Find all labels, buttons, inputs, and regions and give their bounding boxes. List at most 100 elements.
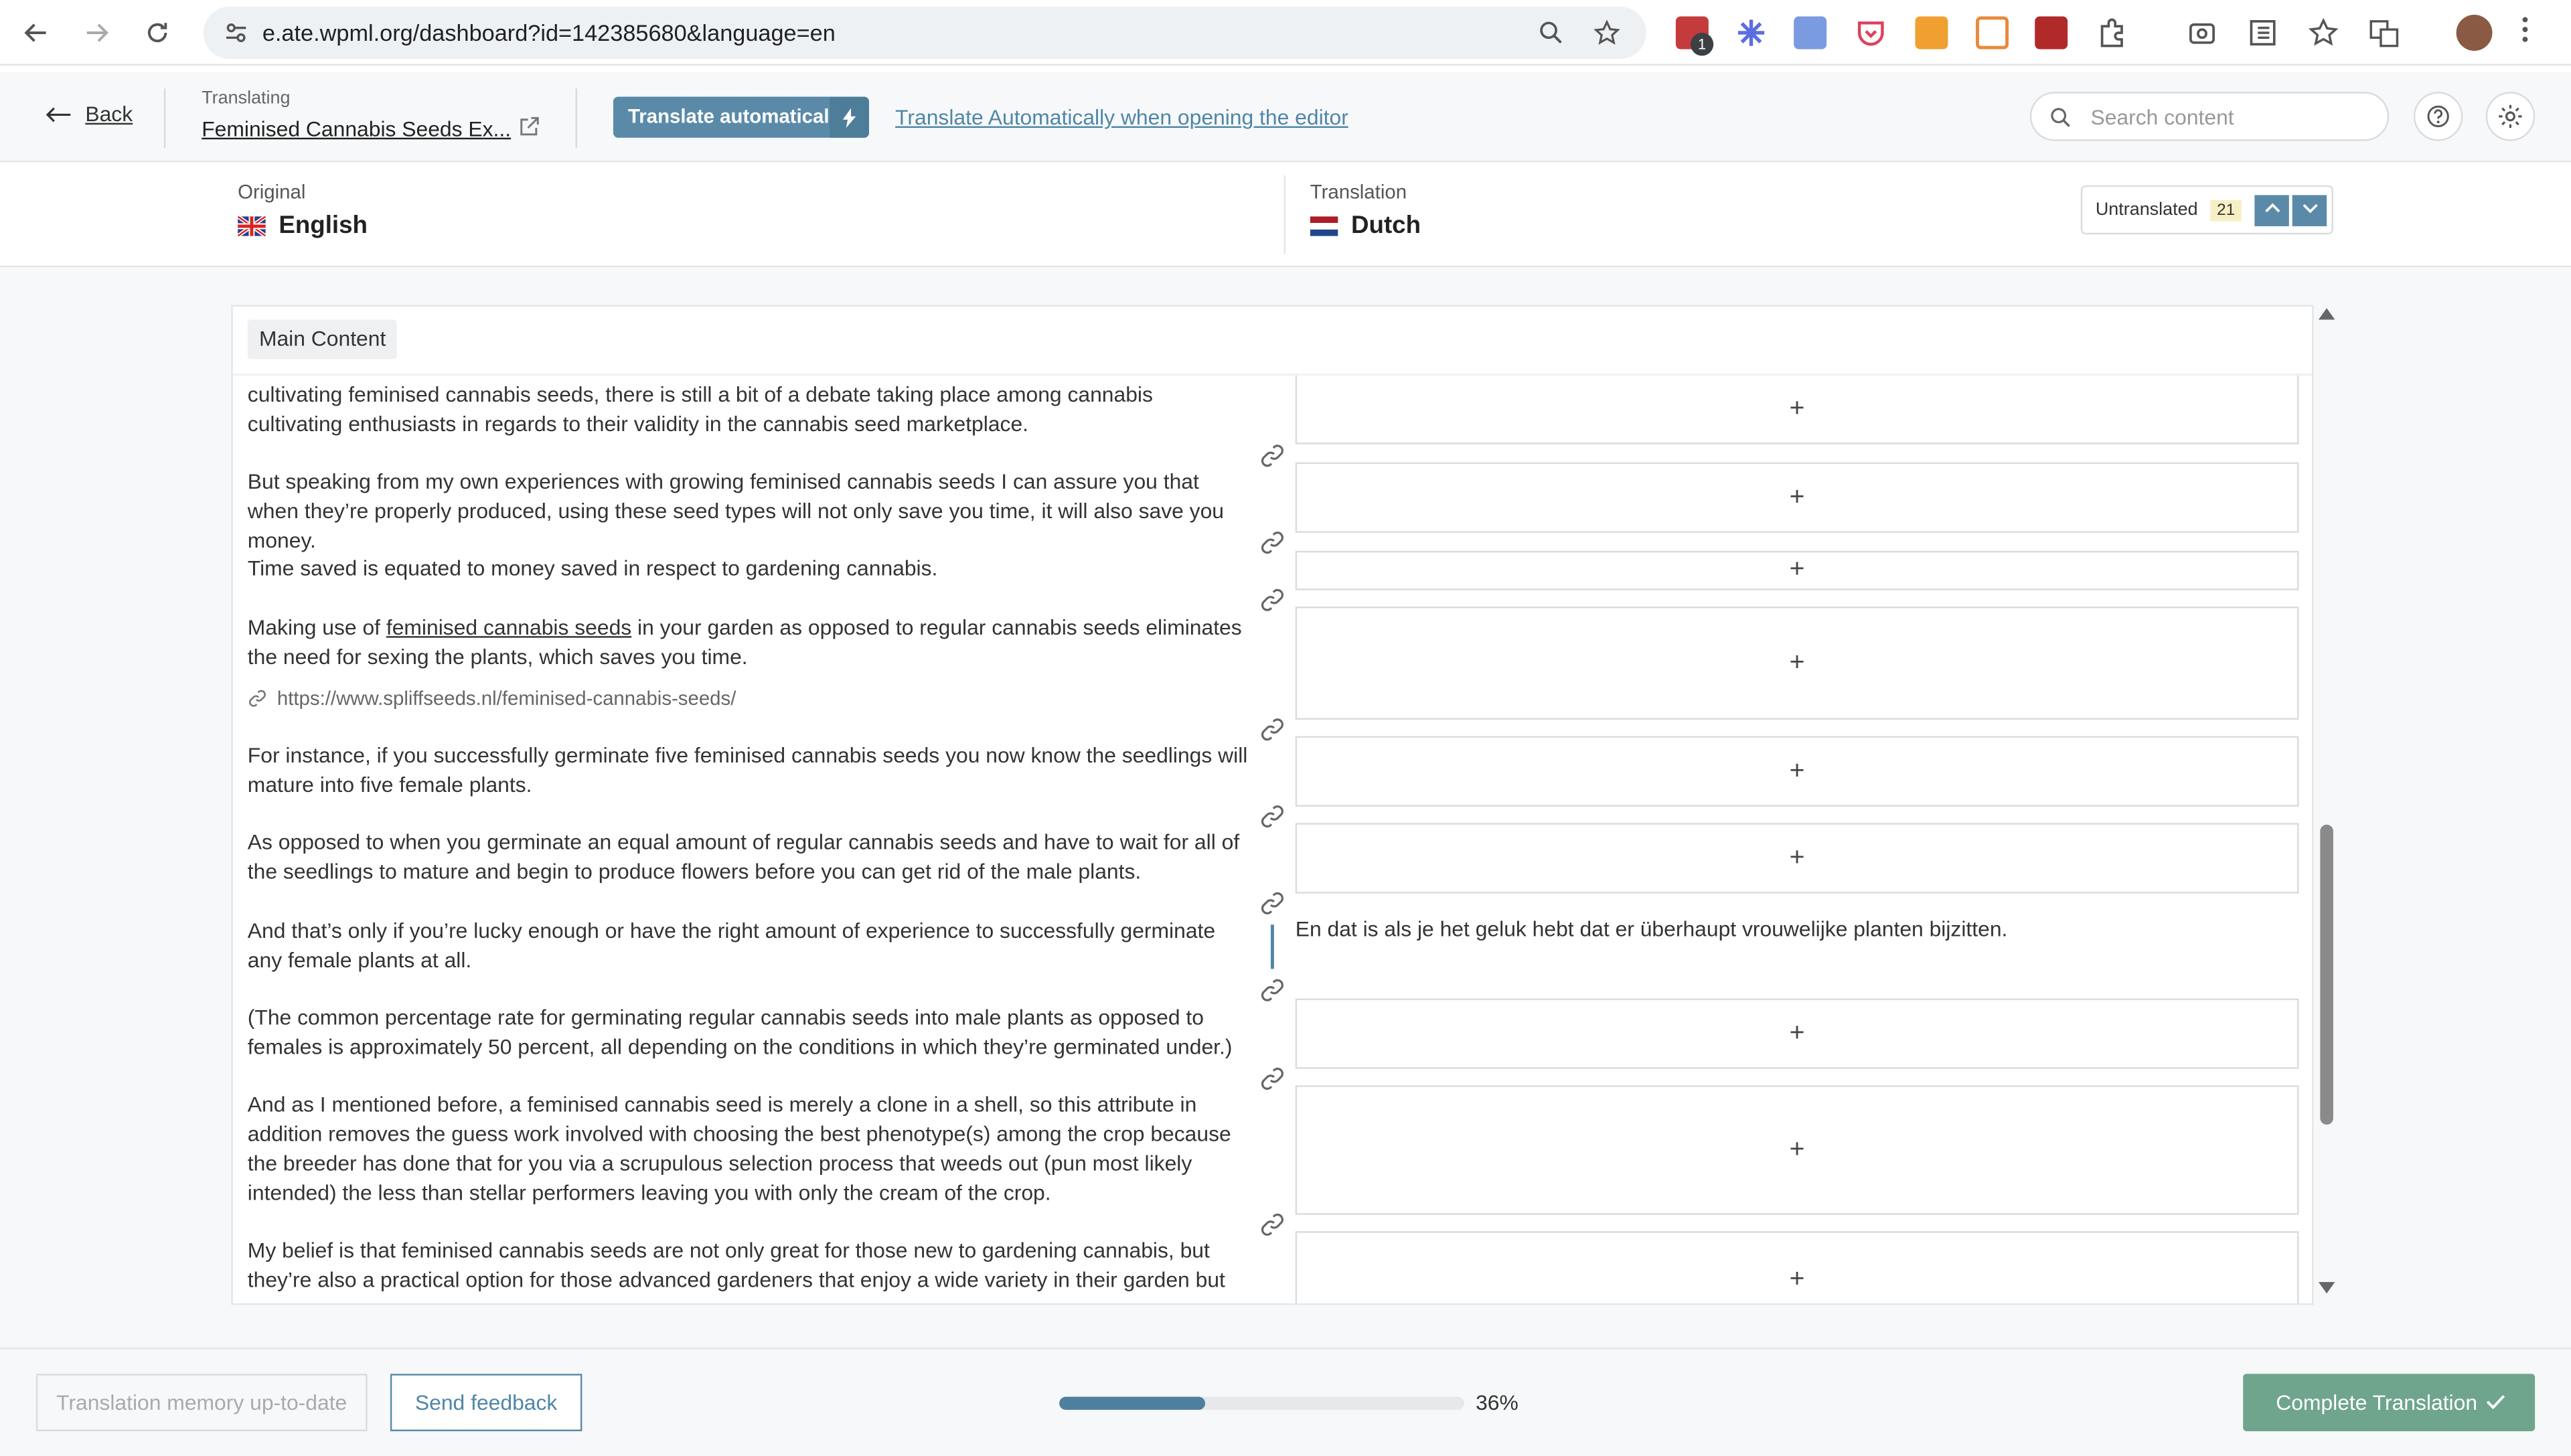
grid-extension-icon[interactable]: [1976, 16, 2009, 50]
segment-link-icon[interactable]: [1259, 587, 1286, 613]
settings-button[interactable]: [2485, 92, 2536, 141]
scroll-up-arrow-icon[interactable]: [2318, 308, 2335, 320]
segment-link-icon[interactable]: [1259, 716, 1286, 742]
source-segment[interactable]: As opposed to when you germinate an equa…: [248, 828, 1251, 887]
editor-panel: Main Content cultivating feminised canna…: [231, 305, 2314, 1305]
editor-header: Back Translating Feminised Cannabis Seed…: [0, 72, 2571, 163]
js-extension-icon[interactable]: [1915, 16, 1948, 50]
translating-label: Translating: [202, 88, 291, 108]
scroll-down-arrow-icon[interactable]: [2318, 1282, 2335, 1294]
reading-list-icon[interactable]: [2246, 16, 2279, 49]
progress-percent: 36%: [1476, 1390, 1518, 1415]
source-segment[interactable]: (The common percentage rate for germinat…: [248, 1003, 1251, 1062]
add-translation-box[interactable]: +: [1295, 998, 2299, 1069]
segment-link-icon[interactable]: [1259, 1212, 1286, 1238]
plus-icon: +: [1789, 1265, 1805, 1294]
send-feedback-button[interactable]: Send feedback: [390, 1374, 582, 1431]
search-input[interactable]: Search content: [2029, 92, 2390, 141]
pdf-extension-icon[interactable]: [2035, 16, 2068, 50]
editor-footer: Translation memory up-to-date Send feedb…: [0, 1348, 2571, 1456]
translate-extension-icon[interactable]: [1794, 16, 1827, 50]
chevron-down-icon: [2302, 204, 2317, 214]
translation-memory-button[interactable]: Translation memory up-to-date: [35, 1374, 368, 1431]
site-info-icon[interactable]: [223, 19, 249, 46]
add-translation-box[interactable]: +: [1295, 375, 2299, 444]
source-segment[interactable]: My belief is that feminised cannabis see…: [248, 1236, 1251, 1295]
translate-automatically-label: Translate automatically: [627, 104, 846, 129]
complete-translation-button[interactable]: Complete Translation: [2243, 1374, 2536, 1431]
next-untranslated-button[interactable]: [2292, 195, 2327, 226]
source-segment[interactable]: Making use of feminised cannabis seeds i…: [248, 613, 1251, 672]
source-segment[interactable]: cultivating feminised cannabis seeds, th…: [248, 380, 1251, 439]
browser-menu-icon[interactable]: [2522, 16, 2529, 50]
zoom-icon[interactable]: [1538, 19, 1564, 46]
add-translation-box[interactable]: +: [1295, 1085, 2299, 1215]
translated-segment[interactable]: En dat is als je het geluk hebt dat er ü…: [1296, 916, 2008, 941]
segment-link-icon[interactable]: [1259, 530, 1286, 556]
spark-extension-icon[interactable]: [1735, 16, 1768, 49]
translation-label: Translation: [1310, 180, 1407, 204]
gear-icon: [2499, 104, 2522, 129]
segment-link-icon[interactable]: [1259, 890, 1286, 916]
source-segment[interactable]: For instance, if you successfully germin…: [248, 741, 1251, 800]
pocket-extension-icon[interactable]: [1855, 16, 1887, 49]
scrollbar[interactable]: [2317, 305, 2336, 1305]
source-segment[interactable]: And as I mentioned before, a feminised c…: [248, 1090, 1251, 1208]
plus-icon: +: [1789, 756, 1805, 785]
source-url[interactable]: https://www.spliffseeds.nl/feminised-can…: [248, 687, 736, 710]
add-translation-box[interactable]: +: [1295, 736, 2299, 807]
source-segment[interactable]: Time saved is equated to money saved in …: [248, 554, 1251, 584]
address-bar[interactable]: e.ate.wpml.org/dashboard?id=142385680&la…: [203, 6, 1646, 60]
screenshot-icon[interactable]: [2186, 16, 2219, 49]
translation-language: Dutch: [1310, 212, 1421, 240]
plus-icon: +: [1789, 843, 1805, 872]
document-title-link[interactable]: Feminised Cannabis Seeds Ex...: [202, 116, 511, 141]
puzzle-extensions-icon[interactable]: [2096, 16, 2128, 49]
bookmark-star-icon[interactable]: [1593, 19, 1620, 46]
untranslated-label: Untranslated: [2095, 199, 2198, 220]
favorites-icon[interactable]: [2307, 16, 2340, 49]
back-label: Back: [85, 101, 133, 127]
progress-fill: [1059, 1396, 1205, 1410]
check-icon: [2486, 1374, 2505, 1431]
add-translation-box[interactable]: +: [1295, 550, 2299, 590]
plus-icon: +: [1789, 483, 1805, 511]
profile-avatar[interactable]: [2456, 15, 2493, 51]
translate-on-open-link[interactable]: Translate Automatically when opening the…: [895, 105, 1348, 130]
plus-icon: +: [1789, 1019, 1805, 1047]
original-label: Original: [238, 180, 306, 204]
source-segment[interactable]: But speaking from my own experiences wit…: [248, 467, 1251, 556]
back-button[interactable]: Back: [46, 102, 133, 127]
add-translation-box[interactable]: +: [1295, 462, 2299, 533]
help-button[interactable]: [2413, 92, 2463, 141]
previous-untranslated-button[interactable]: [2254, 195, 2289, 226]
back-arrow-icon[interactable]: [16, 13, 56, 53]
segment-link-icon[interactable]: [1259, 803, 1286, 829]
reload-icon[interactable]: [138, 13, 177, 53]
inline-link[interactable]: feminised cannabis seeds: [386, 615, 631, 639]
segment-link-icon[interactable]: [1259, 442, 1286, 469]
source-segment[interactable]: And that’s only if you’re lucky enough o…: [248, 916, 1251, 975]
original-language-name: English: [279, 211, 368, 240]
translate-automatically-button[interactable]: Translate automatically: [613, 96, 869, 138]
language-divider: [1283, 175, 1286, 254]
add-translation-box[interactable]: +: [1295, 606, 2299, 720]
lightning-icon: [830, 96, 869, 138]
extension-badge: 1: [1690, 32, 1714, 56]
progress-bar: [1059, 1396, 1464, 1410]
add-translation-box[interactable]: +: [1295, 1231, 2299, 1303]
translation-language-name: Dutch: [1350, 211, 1421, 240]
segment-link-icon[interactable]: [1259, 1066, 1286, 1092]
plus-icon: +: [1789, 648, 1805, 677]
add-translation-box[interactable]: +: [1295, 823, 2299, 894]
forward-arrow-icon[interactable]: [77, 13, 116, 53]
untranslated-count-badge: 21: [2210, 199, 2242, 222]
external-link-icon[interactable]: [518, 114, 541, 137]
uk-flag-icon: [238, 216, 266, 236]
complete-translation-label: Complete Translation: [2276, 1390, 2478, 1415]
scrollbar-thumb[interactable]: [2320, 824, 2333, 1125]
google-translate-icon[interactable]: [2367, 16, 2400, 49]
section-label: Main Content: [247, 319, 398, 359]
header-divider: [163, 88, 166, 148]
segment-link-icon[interactable]: [1259, 977, 1286, 1003]
